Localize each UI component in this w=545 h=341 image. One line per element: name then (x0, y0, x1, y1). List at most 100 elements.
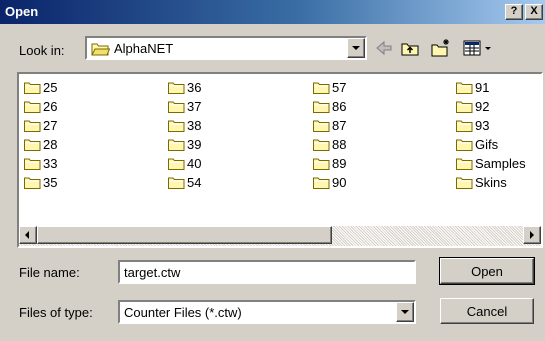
new-folder-icon[interactable] (430, 38, 452, 58)
list-item[interactable]: 91 (456, 78, 489, 97)
file-name-label: File name: (19, 265, 80, 280)
folder-icon (24, 101, 41, 113)
file-item-label: 27 (43, 118, 58, 133)
list-item[interactable]: 33 (24, 154, 57, 173)
list-item[interactable]: 57 (313, 78, 346, 97)
folder-icon (313, 177, 330, 189)
file-list[interactable]: 25 26 27 28 33 35 36 37 38 39 40 54 57 86 87 88 89 90 91 92… (17, 72, 543, 248)
file-item-label: Skins (475, 175, 507, 190)
file-item-label: 93 (475, 118, 490, 133)
folder-icon (456, 177, 473, 189)
list-item[interactable]: 38 (168, 116, 201, 135)
back-icon[interactable] (374, 38, 394, 58)
view-menu-icon[interactable] (462, 38, 496, 58)
folder-icon (24, 177, 41, 189)
file-item-label: 28 (43, 137, 58, 152)
cancel-button[interactable]: Cancel (440, 298, 534, 324)
look-in-dropdown[interactable]: AlphaNET (85, 36, 367, 60)
file-item-label: 87 (332, 118, 347, 133)
file-item-label: Gifs (475, 137, 499, 152)
list-item[interactable]: 35 (24, 173, 57, 192)
folder-icon (313, 120, 330, 132)
folder-icon (168, 101, 185, 113)
file-item-label: 88 (332, 137, 347, 152)
folder-icon (456, 139, 473, 151)
folder-icon (456, 120, 473, 132)
file-type-dropdown[interactable]: Counter Files (*.ctw) (118, 300, 416, 324)
open-button[interactable]: Open (439, 257, 535, 285)
up-folder-icon[interactable] (400, 38, 420, 58)
file-name-input[interactable] (118, 260, 416, 284)
open-file-dialog: Open ? X Look in: AlphaNET 25 26 27 28 33 35 3… (0, 0, 545, 341)
folder-icon (168, 158, 185, 170)
list-item[interactable]: 92 (456, 97, 489, 116)
list-item[interactable]: 26 (24, 97, 57, 116)
list-item[interactable]: 93 (456, 116, 489, 135)
folder-icon (313, 101, 330, 113)
folder-icon (313, 82, 330, 94)
help-button[interactable]: ? (505, 4, 523, 20)
scrollbar-thumb[interactable] (37, 226, 332, 244)
file-type-label: Files of type: (19, 305, 93, 320)
scroll-right-button[interactable] (523, 226, 541, 244)
folder-icon (456, 158, 473, 170)
scroll-left-button[interactable] (19, 226, 37, 244)
file-list-items: 25 26 27 28 33 35 36 37 38 39 40 54 57 86 87 88 89 90 91 92… (19, 78, 539, 224)
list-item[interactable]: 28 (24, 135, 57, 154)
list-item[interactable]: 40 (168, 154, 201, 173)
folder-icon (168, 177, 185, 189)
list-item[interactable]: Gifs (456, 135, 498, 154)
file-item-label: Samples (475, 156, 526, 171)
folder-icon (313, 139, 330, 151)
file-item-label: 40 (187, 156, 202, 171)
open-folder-icon (91, 43, 110, 56)
file-item-label: 35 (43, 175, 58, 190)
list-item[interactable]: 36 (168, 78, 201, 97)
file-type-dropdown-arrow[interactable] (396, 302, 414, 322)
file-item-label: 36 (187, 80, 202, 95)
folder-icon (313, 158, 330, 170)
folder-icon (456, 82, 473, 94)
folder-icon (168, 139, 185, 151)
file-type-value: Counter Files (*.ctw) (124, 305, 242, 320)
file-item-label: 92 (475, 99, 490, 114)
file-item-label: 39 (187, 137, 202, 152)
file-item-label: 26 (43, 99, 58, 114)
list-item[interactable]: 87 (313, 116, 346, 135)
list-item[interactable]: Samples (456, 154, 526, 173)
list-item[interactable]: 54 (168, 173, 201, 192)
title-bar[interactable]: Open ? X (0, 0, 545, 24)
list-item[interactable]: 27 (24, 116, 57, 135)
folder-icon (456, 101, 473, 113)
list-item[interactable]: Skins (456, 173, 507, 192)
dialog-title: Open (5, 4, 39, 19)
folder-icon (24, 82, 41, 94)
file-item-label: 57 (332, 80, 347, 95)
look-in-label: Look in: (19, 43, 65, 58)
list-item[interactable]: 89 (313, 154, 346, 173)
folder-icon (24, 139, 41, 151)
file-item-label: 37 (187, 99, 202, 114)
file-item-label: 91 (475, 80, 490, 95)
list-item[interactable]: 90 (313, 173, 346, 192)
file-item-label: 54 (187, 175, 202, 190)
folder-icon (24, 120, 41, 132)
horizontal-scrollbar[interactable] (19, 226, 541, 246)
file-item-label: 25 (43, 80, 58, 95)
file-item-label: 33 (43, 156, 58, 171)
list-item[interactable]: 25 (24, 78, 57, 97)
file-item-label: 90 (332, 175, 347, 190)
look-in-value: AlphaNET (114, 41, 174, 56)
close-button[interactable]: X (525, 4, 543, 20)
list-item[interactable]: 39 (168, 135, 201, 154)
list-item[interactable]: 86 (313, 97, 346, 116)
list-item[interactable]: 37 (168, 97, 201, 116)
file-item-label: 89 (332, 156, 347, 171)
folder-icon (168, 82, 185, 94)
file-item-label: 86 (332, 99, 347, 114)
folder-icon (168, 120, 185, 132)
file-item-label: 38 (187, 118, 202, 133)
list-item[interactable]: 88 (313, 135, 346, 154)
folder-icon (24, 158, 41, 170)
look-in-dropdown-arrow[interactable] (347, 38, 365, 58)
